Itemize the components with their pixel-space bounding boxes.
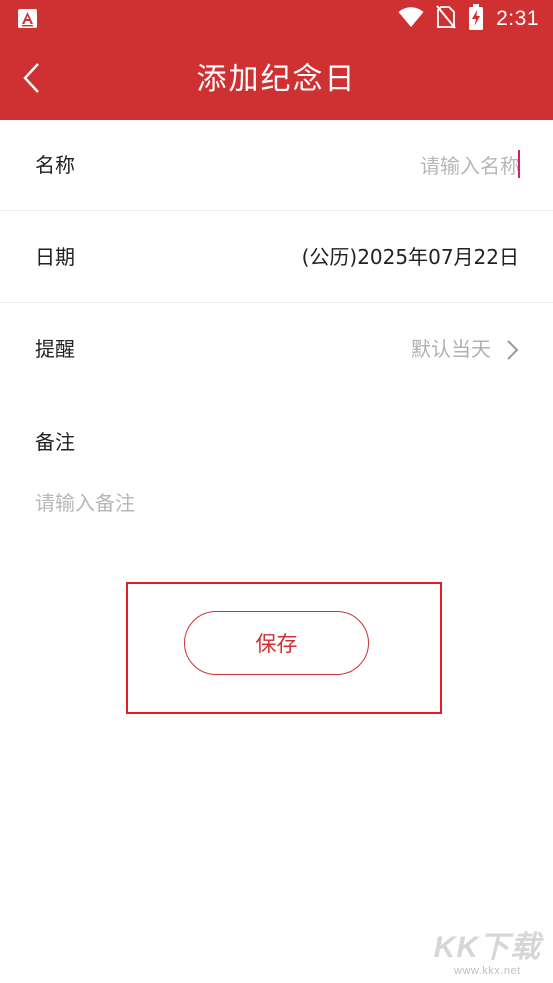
- name-row: 名称: [0, 120, 553, 211]
- app-notification-icon: [18, 9, 37, 28]
- app-bar: 添加纪念日: [0, 38, 553, 120]
- no-sim-icon: [436, 5, 456, 33]
- name-label: 名称: [35, 153, 75, 177]
- page-title: 添加纪念日: [196, 62, 357, 97]
- wifi-icon: [398, 6, 424, 32]
- note-input[interactable]: [35, 486, 515, 520]
- date-label: 日期: [35, 245, 75, 269]
- watermark: KK下载 www.kkx.net: [434, 931, 541, 977]
- battery-charging-icon: [468, 4, 484, 34]
- text-cursor: [518, 150, 520, 178]
- note-label: 备注: [35, 430, 75, 454]
- remind-row[interactable]: 提醒 默认当天: [0, 304, 553, 395]
- status-icons: 2:31: [398, 4, 539, 34]
- name-input[interactable]: [300, 150, 520, 182]
- remind-label: 提醒: [35, 337, 75, 361]
- date-value: (公历)2025年07月22日: [301, 245, 519, 269]
- date-row[interactable]: 日期 (公历)2025年07月22日: [0, 212, 553, 303]
- remind-value: 默认当天: [411, 337, 491, 361]
- watermark-url: www.kkx.net: [454, 965, 521, 977]
- status-time: 2:31: [496, 7, 539, 30]
- status-bar: 2:31: [0, 0, 553, 38]
- chevron-right-icon: [503, 340, 521, 360]
- watermark-logo: KK下载: [433, 931, 541, 964]
- save-button[interactable]: 保存: [184, 611, 369, 675]
